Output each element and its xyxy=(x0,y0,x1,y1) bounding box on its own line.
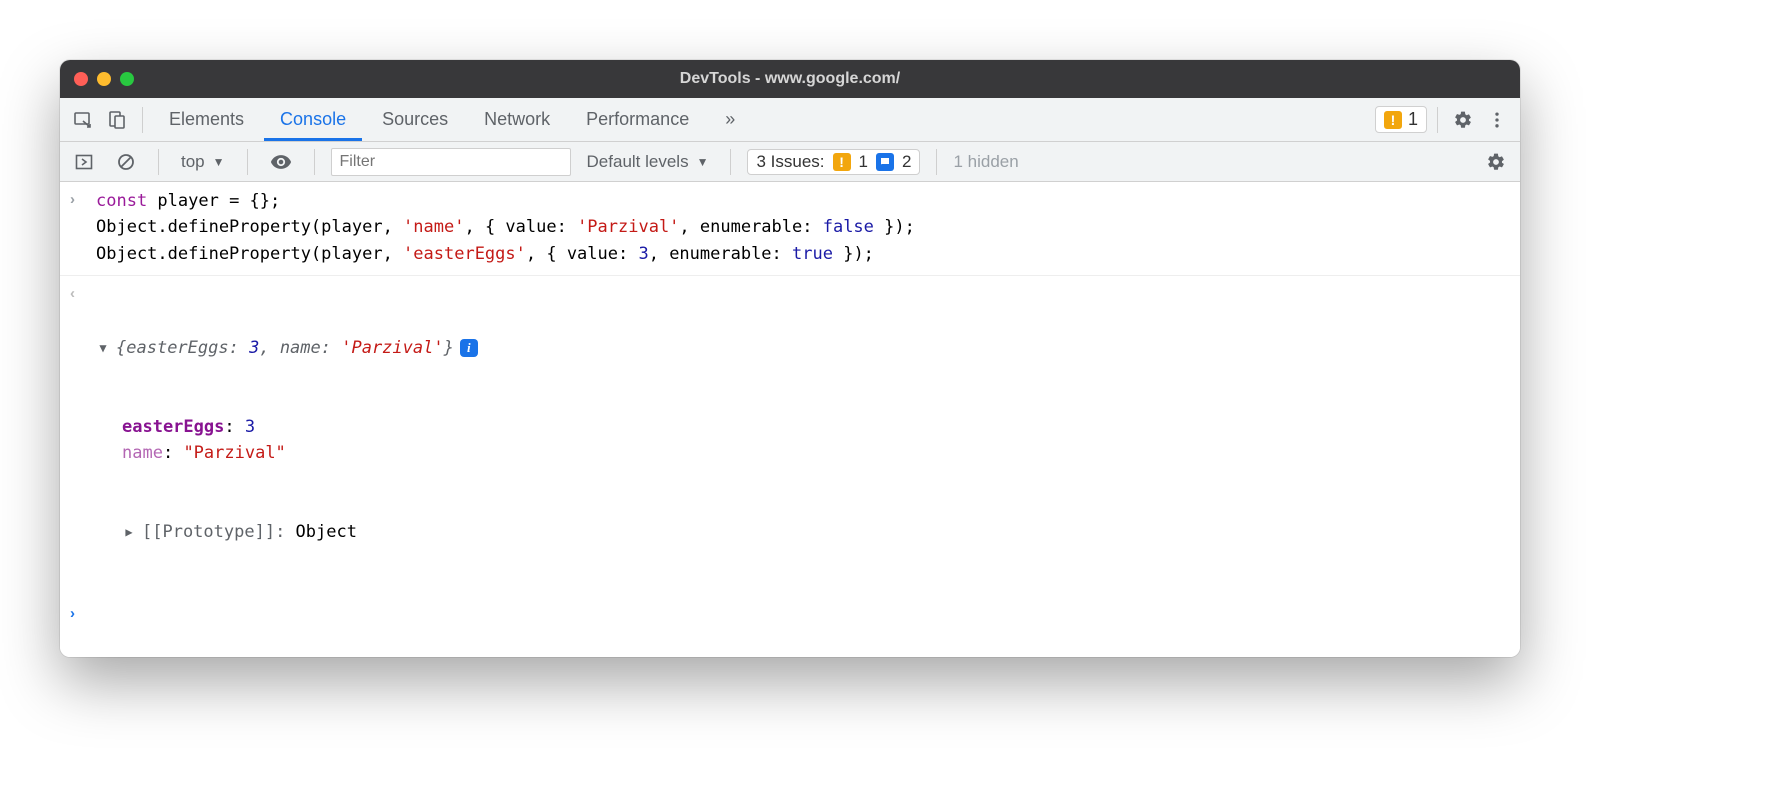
traffic-lights xyxy=(74,72,134,86)
separator xyxy=(936,149,937,175)
console-prompt[interactable] xyxy=(60,600,1520,627)
object-property-row[interactable]: easterEggs: 3 xyxy=(122,414,478,440)
filter-input[interactable] xyxy=(331,148,571,176)
prompt-marker-icon xyxy=(70,602,96,625)
tab-elements[interactable]: Elements xyxy=(153,98,260,141)
toggle-sidebar-icon[interactable] xyxy=(68,150,100,174)
live-expression-icon[interactable] xyxy=(264,149,298,175)
tab-performance[interactable]: Performance xyxy=(570,98,705,141)
info-icon xyxy=(876,153,894,171)
close-window-button[interactable] xyxy=(74,72,88,86)
tab-network[interactable]: Network xyxy=(468,98,566,141)
console-settings-icon[interactable] xyxy=(1480,150,1512,174)
output-marker-icon xyxy=(70,282,96,598)
hidden-messages-label[interactable]: 1 hidden xyxy=(953,152,1018,172)
warning-icon: ! xyxy=(1384,111,1402,129)
devtools-window: DevTools - www.google.com/ ElementsConso… xyxy=(60,60,1520,657)
log-levels-selector[interactable]: Default levels▼ xyxy=(581,150,715,174)
console-toolbar: top▼ Default levels▼ 3 Issues: ! 1 2 1 h… xyxy=(60,142,1520,182)
main-tabbar: ElementsConsoleSourcesNetworkPerformance… xyxy=(60,98,1520,142)
input-marker-icon xyxy=(70,188,96,267)
inspect-element-icon[interactable] xyxy=(68,105,98,135)
separator xyxy=(142,107,143,133)
titlebar: DevTools - www.google.com/ xyxy=(60,60,1520,98)
kebab-menu-icon[interactable] xyxy=(1482,105,1512,135)
disclosure-triangle-icon[interactable] xyxy=(96,339,110,358)
object-summary[interactable]: {easterEggs: 3, name: 'Parzival'} xyxy=(116,335,454,361)
separator xyxy=(1437,107,1438,133)
tab-console[interactable]: Console xyxy=(264,98,362,141)
settings-icon[interactable] xyxy=(1448,105,1478,135)
minimize-window-button[interactable] xyxy=(97,72,111,86)
more-tabs-button[interactable]: » xyxy=(709,98,751,141)
prototype-row[interactable]: [[Prototype]]: Object xyxy=(96,519,478,545)
console-output: const player = {};Object.defineProperty(… xyxy=(60,182,1520,657)
info-icon[interactable]: i xyxy=(460,339,478,357)
warning-icon: ! xyxy=(833,153,851,171)
separator xyxy=(730,149,731,175)
separator xyxy=(314,149,315,175)
separator xyxy=(158,149,159,175)
context-selector[interactable]: top▼ xyxy=(175,150,231,174)
tab-sources[interactable]: Sources xyxy=(366,98,464,141)
zoom-window-button[interactable] xyxy=(120,72,134,86)
window-title: DevTools - www.google.com/ xyxy=(60,70,1520,88)
device-toolbar-icon[interactable] xyxy=(102,105,132,135)
clear-console-icon[interactable] xyxy=(110,150,142,174)
separator xyxy=(247,149,248,175)
issues-count: 1 xyxy=(1408,109,1418,130)
issues-indicator[interactable]: ! 1 xyxy=(1375,106,1427,133)
console-input-entry: const player = {};Object.defineProperty(… xyxy=(60,186,1520,276)
console-output-entry: {easterEggs: 3, name: 'Parzival'} i east… xyxy=(60,280,1520,600)
disclosure-triangle-icon[interactable] xyxy=(122,523,136,542)
object-property-row[interactable]: name: "Parzival" xyxy=(122,440,478,466)
code-block: const player = {};Object.defineProperty(… xyxy=(96,188,915,267)
issues-summary[interactable]: 3 Issues: ! 1 2 xyxy=(747,149,920,175)
